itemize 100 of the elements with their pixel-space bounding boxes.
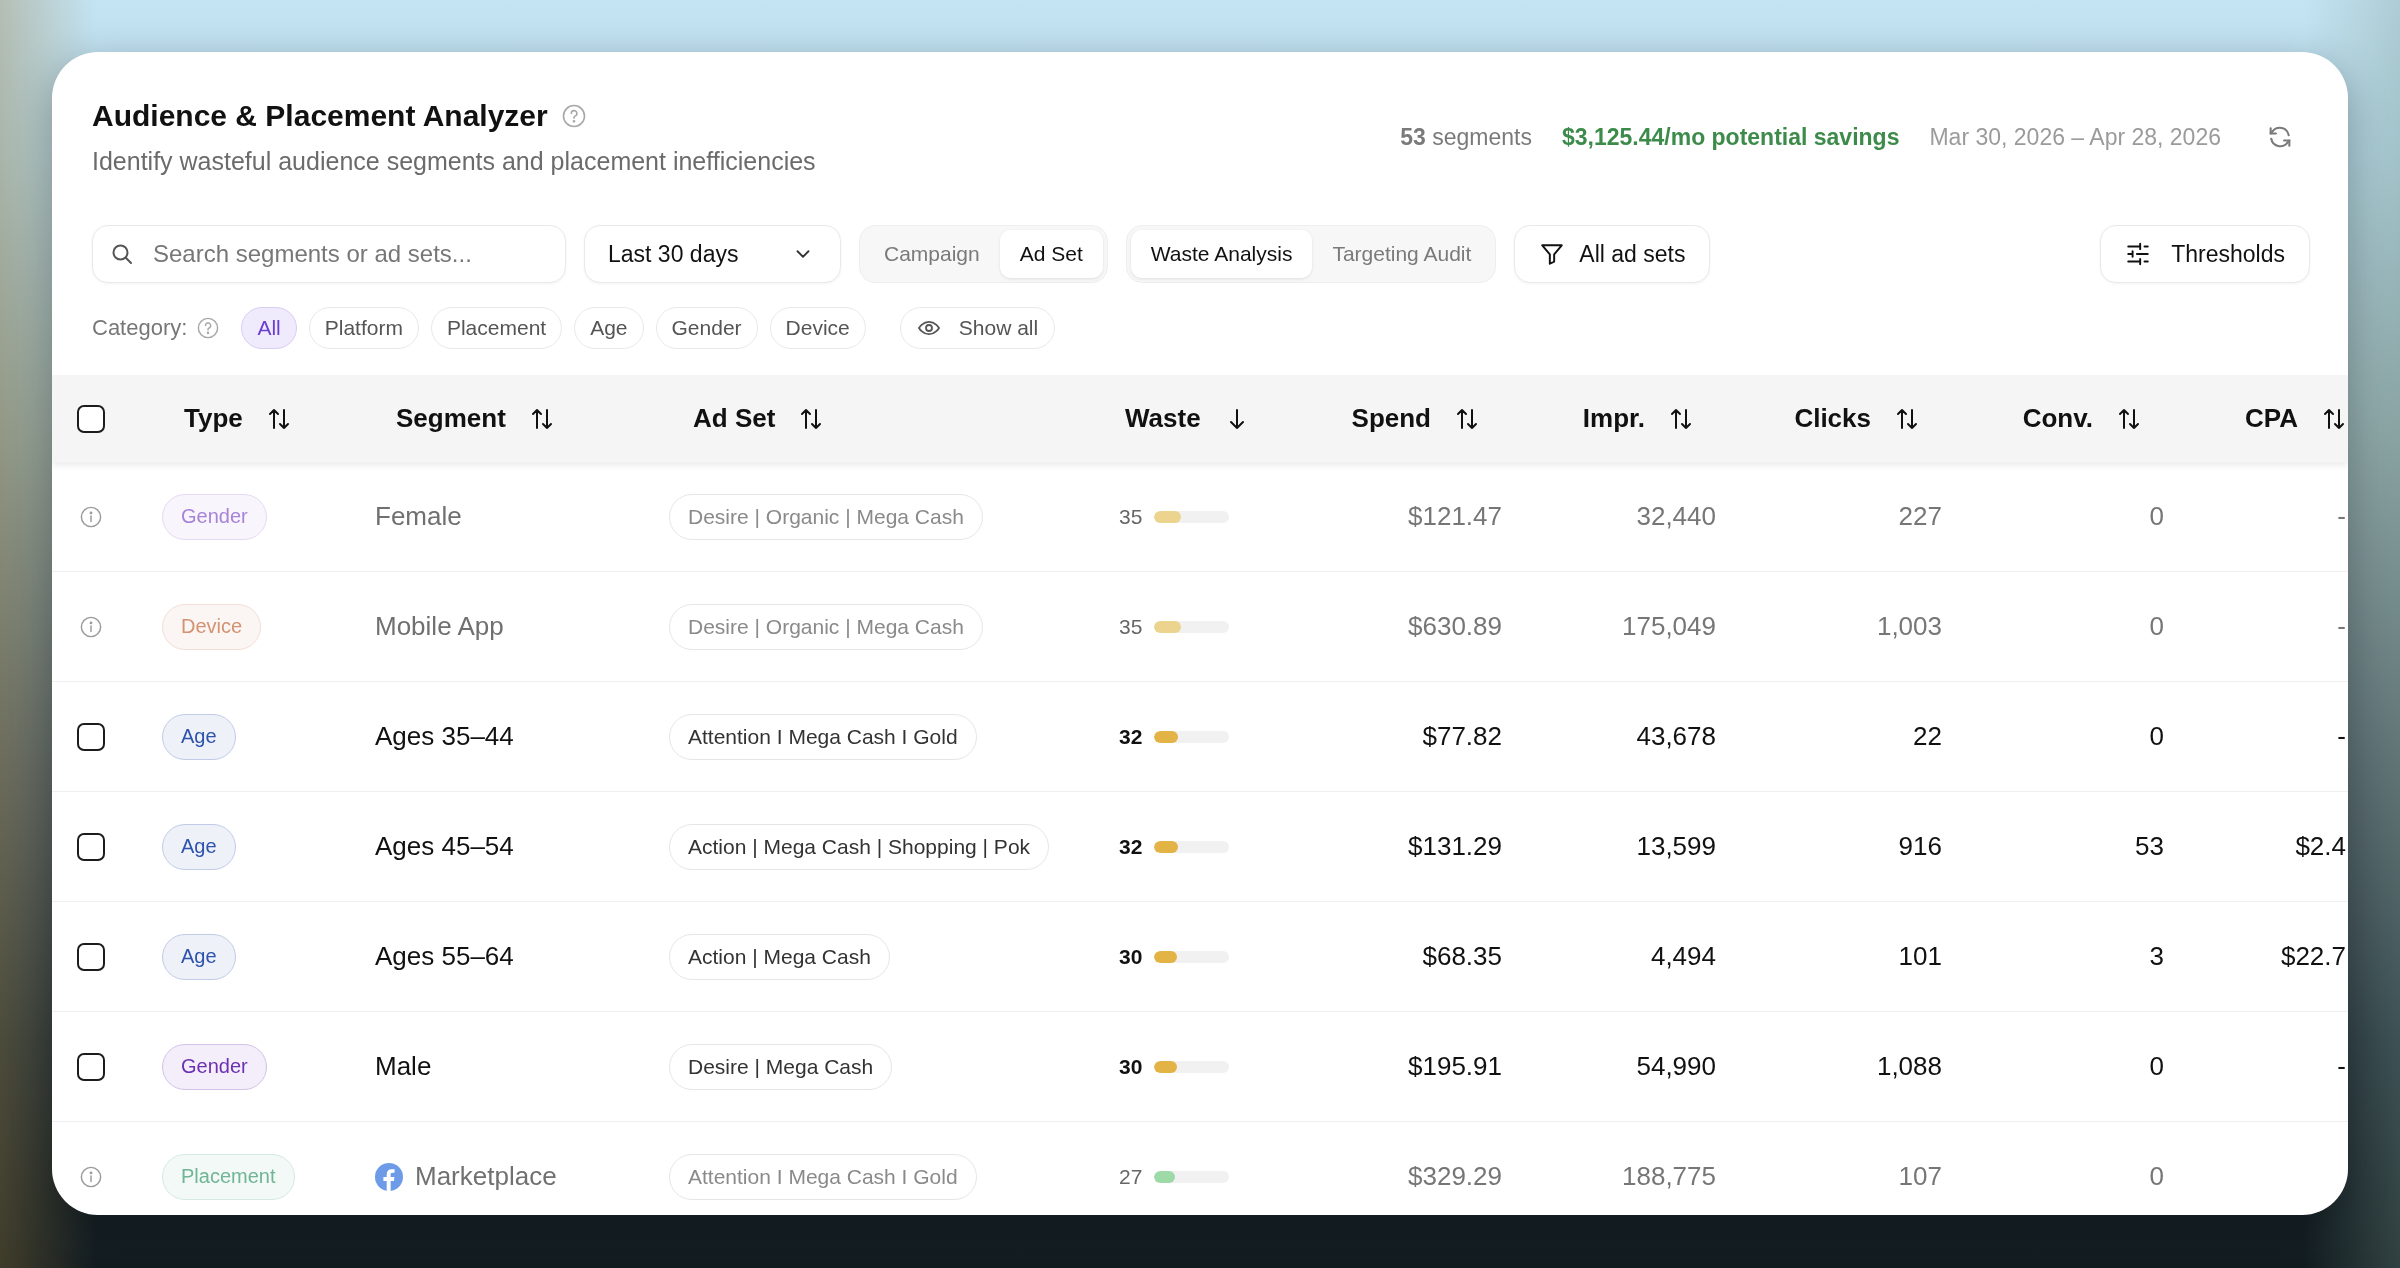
- search-field[interactable]: Search segments or ad sets...: [92, 225, 566, 283]
- table-cell: 4,494: [1650, 941, 1716, 971]
- table-cell: -: [2337, 721, 2346, 751]
- category-label: Category:: [92, 315, 188, 341]
- table-cell: $131.29: [1408, 831, 1502, 861]
- type-badge: Gender: [162, 493, 267, 540]
- table-cell: 22: [1913, 721, 1942, 751]
- table-cell: -: [2337, 1051, 2346, 1081]
- help-icon[interactable]: [197, 317, 220, 339]
- waste-score: 35: [1119, 504, 1143, 529]
- column-header[interactable]: Waste: [1125, 403, 1249, 434]
- table-cell: 53: [2135, 831, 2164, 861]
- segment-name: Ages 35–44: [375, 721, 514, 752]
- table-cell: 227: [1898, 501, 1942, 531]
- table-cell: $68.35: [1422, 941, 1502, 971]
- table-cell: $195.91: [1408, 1051, 1502, 1081]
- select-all-checkbox[interactable]: [77, 404, 105, 433]
- column-header[interactable]: Impr.: [1582, 403, 1693, 434]
- table-cell: 916: [1898, 831, 1942, 861]
- waste-score: 32: [1119, 834, 1143, 859]
- filter-icon: [1539, 241, 1566, 267]
- info-icon[interactable]: [80, 1165, 102, 1188]
- view-tab[interactable]: Waste Analysis: [1130, 230, 1313, 278]
- category-chip[interactable]: Age: [574, 307, 644, 349]
- table-cell: 1,003: [1876, 611, 1942, 641]
- type-badge: Device: [162, 603, 262, 650]
- table-cell: 175,049: [1622, 611, 1716, 641]
- column-header[interactable]: Spend: [1351, 403, 1479, 434]
- type-badge: Age: [162, 713, 236, 760]
- column-header[interactable]: Type: [184, 403, 291, 434]
- category-chip[interactable]: Platform: [308, 307, 419, 349]
- sliders-icon: [2125, 241, 2152, 267]
- segment-name: Ages 45–54: [375, 831, 514, 862]
- table-cell: $630.89: [1408, 611, 1502, 641]
- row-checkbox[interactable]: [77, 832, 105, 861]
- column-header[interactable]: Segment: [396, 403, 554, 434]
- column-header[interactable]: CPA: [2245, 403, 2346, 434]
- thresholds-button[interactable]: Thresholds: [2100, 225, 2310, 283]
- column-header[interactable]: Ad Set: [693, 403, 824, 434]
- table-cell: $22.7: [2280, 941, 2346, 971]
- table-cell: 0: [2149, 1161, 2164, 1191]
- table-cell: $2.4: [2295, 831, 2346, 861]
- segment-name: Ages 55–64: [375, 941, 514, 972]
- info-icon[interactable]: [80, 615, 102, 638]
- category-chip[interactable]: Device: [769, 307, 866, 349]
- type-badge: Placement: [162, 1153, 295, 1200]
- table-cell: 43,678: [1636, 721, 1716, 751]
- segment-name: Male: [375, 1051, 432, 1082]
- table-cell: $329.29: [1408, 1161, 1502, 1191]
- table-cell: 188,775: [1622, 1161, 1716, 1191]
- column-header[interactable]: Conv.: [2022, 403, 2141, 434]
- ad-set-tag: Desire | Mega Cash: [669, 1043, 893, 1090]
- search-icon: [110, 242, 134, 266]
- show-all-button[interactable]: Show all: [899, 307, 1056, 349]
- type-badge: Age: [162, 823, 236, 870]
- table-cell: 13,599: [1636, 831, 1716, 861]
- row-checkbox[interactable]: [77, 1052, 105, 1081]
- type-badge: Age: [162, 933, 236, 980]
- date-range: Mar 30, 2026 – Apr 28, 2026: [1929, 123, 2221, 151]
- ad-set-tag: Action | Mega Cash | Shopping | Pok: [669, 823, 1050, 870]
- category-chip[interactable]: Placement: [430, 307, 563, 349]
- table-cell: $121.47: [1408, 501, 1502, 531]
- info-icon[interactable]: [80, 505, 102, 528]
- segment-name: Female: [375, 501, 462, 532]
- waste-score: 32: [1119, 724, 1143, 749]
- ad-set-tag: Attention I Mega Cash I Gold: [669, 713, 977, 760]
- table-cell: -: [2337, 501, 2346, 531]
- date-range-dropdown[interactable]: Last 30 days: [584, 225, 841, 283]
- table-cell: 1,088: [1876, 1051, 1942, 1081]
- table-cell: 0: [2149, 611, 2164, 641]
- category-chip[interactable]: Gender: [655, 307, 758, 349]
- page-subtitle: Identify wasteful audience segments and placement inefficiencies: [92, 146, 816, 176]
- page-title: Audience & Placement Analyzer: [92, 98, 548, 134]
- segment-count: 53 segments: [1400, 123, 1532, 151]
- ad-set-tag: Desire | Organic | Mega Cash: [669, 493, 983, 540]
- table-cell: 101: [1898, 941, 1942, 971]
- table-cell: 107: [1898, 1161, 1942, 1191]
- table-cell: 0: [2149, 721, 2164, 751]
- view-tab[interactable]: Targeting Audit: [1312, 230, 1492, 278]
- savings-amount: $3,125.44/mo potential savings: [1561, 123, 1900, 151]
- ad-set-filter-button[interactable]: All ad sets: [1514, 225, 1711, 283]
- level-tab[interactable]: Ad Set: [999, 230, 1103, 278]
- help-icon[interactable]: [561, 104, 586, 128]
- ad-set-tag: Action | Mega Cash: [669, 933, 890, 980]
- waste-score: 30: [1119, 1054, 1143, 1079]
- type-badge: Gender: [162, 1043, 267, 1090]
- row-checkbox[interactable]: [77, 942, 105, 971]
- ad-set-tag: Desire | Organic | Mega Cash: [669, 603, 983, 650]
- row-checkbox[interactable]: [77, 722, 105, 751]
- waste-score: 35: [1119, 614, 1143, 639]
- segment-name: Mobile App: [375, 611, 504, 642]
- category-chip[interactable]: All: [241, 307, 297, 349]
- column-header[interactable]: Clicks: [1794, 403, 1919, 434]
- level-tab[interactable]: Campaign: [864, 230, 1000, 278]
- table-cell: 3: [2149, 941, 2164, 971]
- table-cell: 54,990: [1636, 1051, 1716, 1081]
- table-cell: $77.82: [1422, 721, 1502, 751]
- segment-name: Marketplace: [415, 1161, 557, 1192]
- table-cell: 0: [2149, 1051, 2164, 1081]
- ad-set-tag: Attention I Mega Cash I Gold: [669, 1153, 977, 1200]
